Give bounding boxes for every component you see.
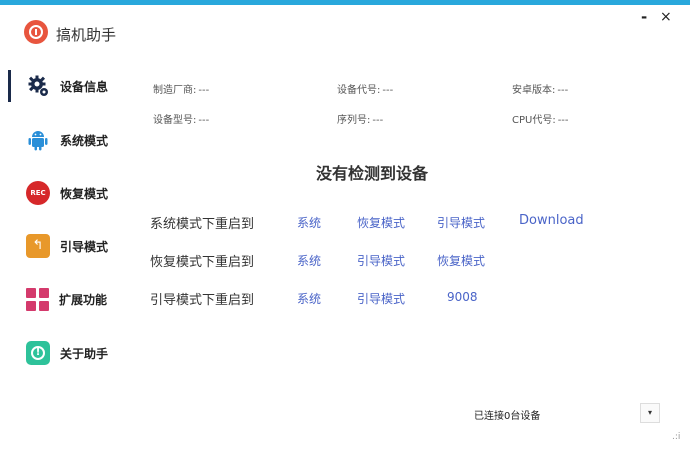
no-device-message: 没有检测到设备 <box>316 164 429 183</box>
serial-value: --- <box>372 115 384 126</box>
bootloader-reboot-to-system-link[interactable]: 系统 <box>297 290 321 307</box>
sidebar-item-bootloader-mode[interactable]: ↰ 引导模式 <box>26 233 108 259</box>
info-icon <box>26 341 50 365</box>
android-icon <box>26 128 50 152</box>
cpu-code-label: CPU代号: <box>512 115 556 126</box>
recovery-reboot-to-bootloader-link[interactable]: 引导模式 <box>357 252 405 269</box>
sidebar-item-label: 恢复模式 <box>60 186 109 201</box>
sidebar-item-label: 引导模式 <box>60 239 109 254</box>
app-logo-icon <box>24 20 48 44</box>
app-title: 搞机助手 <box>56 26 117 44</box>
android-version-label: 安卓版本: <box>512 85 556 96</box>
active-nav-indicator <box>8 70 11 102</box>
chevron-down-icon: ▾ <box>647 408 652 417</box>
bootloader-mode-reboot-label: 引导模式下重启到 <box>150 293 255 308</box>
grid-icon <box>26 287 49 311</box>
sidebar-item-about[interactable]: 关于助手 <box>26 340 108 366</box>
system-reboot-to-download-link[interactable]: Download <box>519 213 584 228</box>
recovery-mode-reboot-label: 恢复模式下重启到 <box>150 255 255 270</box>
serial-field: 序列号: --- <box>337 111 383 126</box>
recovery-reboot-to-system-link[interactable]: 系统 <box>297 252 321 269</box>
back-arrow-icon: ↰ <box>26 234 50 258</box>
manufacturer-label: 制造厂商: <box>153 85 197 96</box>
system-reboot-to-recovery-link[interactable]: 恢复模式 <box>357 214 405 231</box>
model-field: 设备型号: --- <box>153 111 209 126</box>
close-button[interactable]: × <box>660 9 672 25</box>
cpu-code-value: --- <box>557 115 569 126</box>
sidebar-item-label: 关于助手 <box>60 346 109 361</box>
connection-status: 已连接0台设备 <box>474 411 541 422</box>
android-version-field: 安卓版本: --- <box>512 81 568 96</box>
system-reboot-to-system-link[interactable]: 系统 <box>297 214 321 231</box>
device-code-value: --- <box>382 85 394 96</box>
rec-icon: REC <box>26 181 50 205</box>
android-version-value: --- <box>557 85 569 96</box>
title-accent-bar <box>0 0 690 5</box>
resize-grip-icon[interactable]: .:i <box>672 432 680 442</box>
sidebar-item-system-mode[interactable]: 系统模式 <box>26 127 108 153</box>
gear-icon <box>26 74 50 98</box>
bootloader-reboot-to-bootloader-link[interactable]: 引导模式 <box>357 290 405 307</box>
model-label: 设备型号: <box>153 115 197 126</box>
serial-label: 序列号: <box>337 115 371 126</box>
system-mode-reboot-label: 系统模式下重启到 <box>150 217 255 232</box>
bootloader-reboot-to-9008-link[interactable]: 9008 <box>447 290 478 304</box>
cpu-code-field: CPU代号: --- <box>512 111 569 126</box>
manufacturer-value: --- <box>198 85 210 96</box>
device-code-field: 设备代号: --- <box>337 81 393 96</box>
recovery-reboot-to-recovery-link[interactable]: 恢复模式 <box>437 252 485 269</box>
sidebar-item-label: 系统模式 <box>60 133 109 148</box>
device-select-dropdown[interactable]: ▾ <box>640 403 660 423</box>
sidebar-item-label: 设备信息 <box>60 79 109 94</box>
model-value: --- <box>198 115 210 126</box>
device-code-label: 设备代号: <box>337 85 381 96</box>
sidebar-item-extensions[interactable]: 扩展功能 <box>26 286 107 312</box>
sidebar-item-label: 扩展功能 <box>59 292 108 307</box>
minimize-button[interactable]: - <box>641 9 647 25</box>
system-reboot-to-bootloader-link[interactable]: 引导模式 <box>437 214 485 231</box>
sidebar-item-device-info[interactable]: 设备信息 <box>26 73 108 99</box>
sidebar-item-recovery-mode[interactable]: REC 恢复模式 <box>26 180 108 206</box>
manufacturer-field: 制造厂商: --- <box>153 81 209 96</box>
